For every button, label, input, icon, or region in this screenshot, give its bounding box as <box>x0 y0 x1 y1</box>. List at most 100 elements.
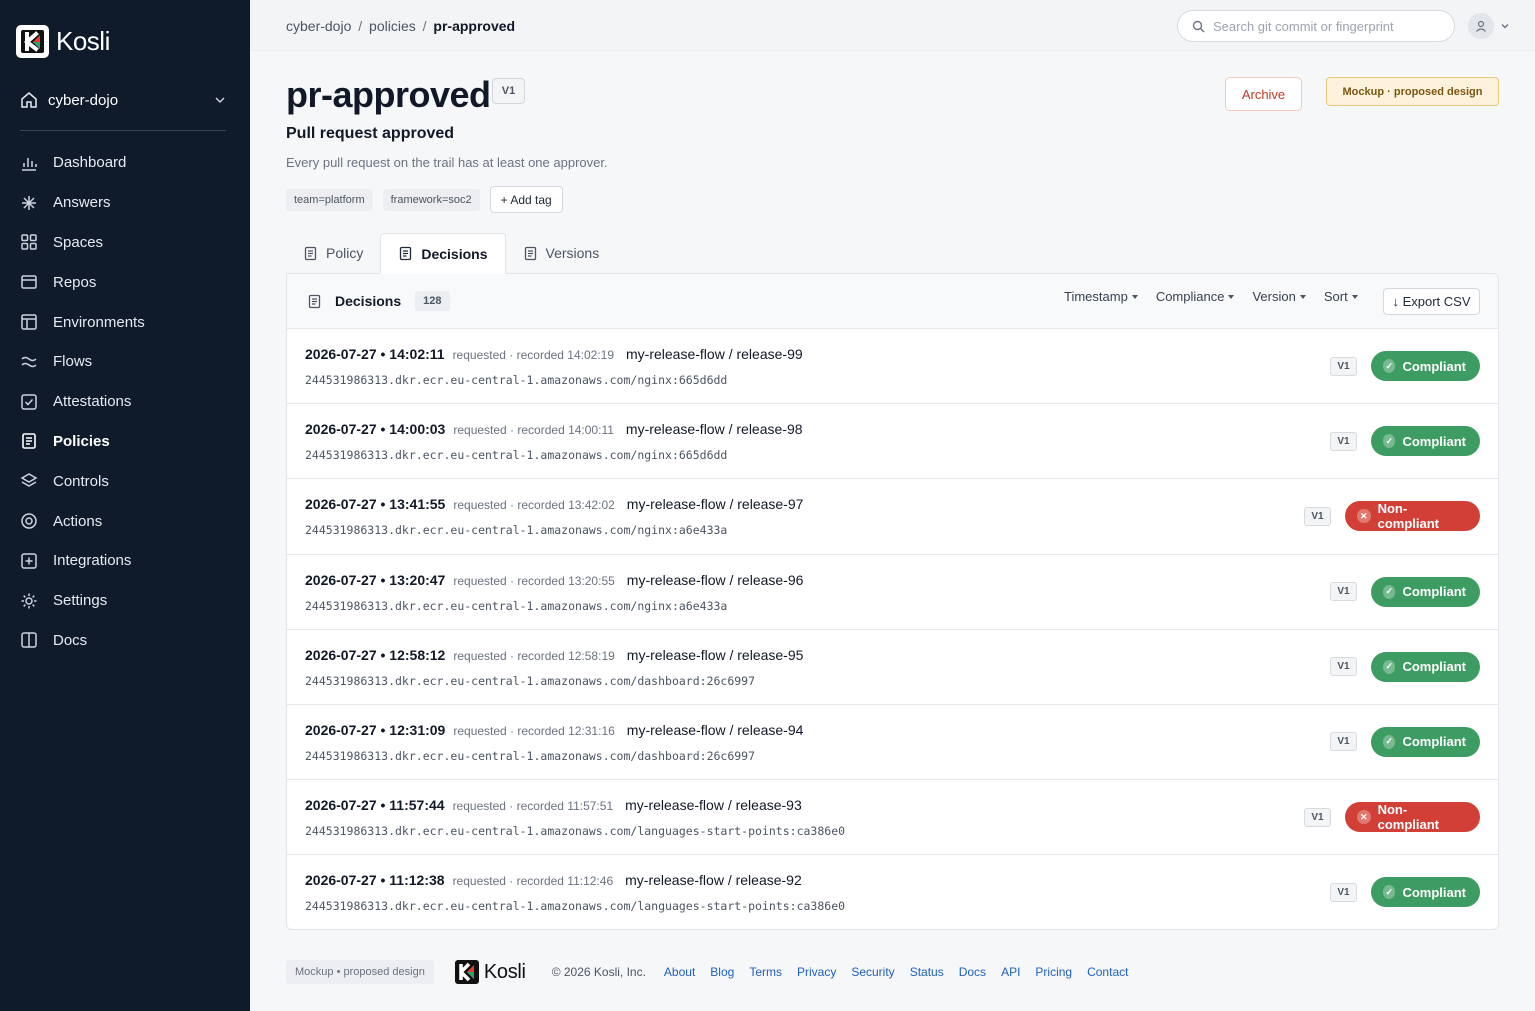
sidebar-item-docs[interactable]: Docs <box>20 621 230 661</box>
search-input[interactable] <box>1213 18 1443 34</box>
tab-decisions[interactable]: Decisions <box>380 233 506 274</box>
footer-link-privacy[interactable]: Privacy <box>797 965 836 979</box>
decision-timestamp: 2026-07-27 • 14:00:03 <box>305 421 446 438</box>
decision-timestamp: 2026-07-27 • 11:57:44 <box>305 797 445 814</box>
decision-timestamp: 2026-07-27 • 13:20:47 <box>305 571 446 588</box>
decision-flow-link[interactable]: my-release-flow / release-93 <box>625 797 802 813</box>
sidebar-item-label: Environments <box>53 313 145 331</box>
sidebar-item-environments[interactable]: Environments <box>20 302 230 342</box>
footer-link-status[interactable]: Status <box>910 965 944 979</box>
decision-row[interactable]: 2026-07-27 • 14:02:11 requested · recorde… <box>287 329 1498 405</box>
status-badge: ✕ Non-compliant <box>1345 501 1480 532</box>
footer-logo[interactable]: Kosli <box>454 960 526 984</box>
footer-link-blog[interactable]: Blog <box>710 965 734 979</box>
sidebar-item-settings[interactable]: Settings <box>20 581 230 621</box>
footer-link-api[interactable]: API <box>1001 965 1020 979</box>
sidebar-item-controls[interactable]: Controls <box>20 461 230 501</box>
decisions-count: 128 <box>415 291 450 311</box>
x-circle-icon: ✕ <box>1357 810 1371 825</box>
breadcrumb-current: pr-approved <box>433 18 516 34</box>
search-box[interactable] <box>1177 10 1455 42</box>
decision-flow-link[interactable]: my-release-flow / release-92 <box>625 872 802 888</box>
decision-flow-link[interactable]: my-release-flow / release-97 <box>627 496 804 512</box>
artifact-name: 244531986313.dkr.ecr.eu-central-1.amazon… <box>305 673 756 688</box>
org-switcher[interactable]: cyber-dojo <box>20 88 226 112</box>
sidebar-item-dashboard[interactable]: Dashboard <box>20 143 230 183</box>
filter-compliance[interactable]: Compliance <box>1156 289 1235 304</box>
export-csv-button[interactable]: ↓ Export CSV <box>1383 288 1480 315</box>
decision-row[interactable]: 2026-07-27 • 13:41:55 requested · recorde… <box>287 479 1498 555</box>
footer-link-security[interactable]: Security <box>851 965 894 979</box>
decision-meta: requested · recorded 12:58:19 <box>453 648 615 663</box>
filter-timestamp[interactable]: Timestamp <box>1064 289 1138 304</box>
artifact-name: 244531986313.dkr.ecr.eu-central-1.amazon… <box>305 448 728 463</box>
sidebar-item-label: Dashboard <box>53 154 127 172</box>
status-label: Compliant <box>1402 433 1466 449</box>
decision-flow-link[interactable]: my-release-flow / release-94 <box>627 722 804 738</box>
tag-chip[interactable]: framework=soc2 <box>382 188 480 211</box>
decision-flow-link[interactable]: my-release-flow / release-98 <box>626 421 803 437</box>
archive-button[interactable]: Archive <box>1225 77 1302 111</box>
breadcrumb-org[interactable]: cyber-dojo <box>286 18 351 34</box>
search-icon <box>1192 20 1205 33</box>
sidebar-item-integrations[interactable]: Integrations <box>20 541 230 581</box>
mockup-badge: Mockup · proposed design <box>1326 77 1499 106</box>
footer-link-terms[interactable]: Terms <box>749 965 782 979</box>
kosli-logo[interactable]: Kosli <box>16 25 110 58</box>
tab-label: Decisions <box>421 245 488 262</box>
status-label: Compliant <box>1402 358 1466 374</box>
home-icon <box>20 91 38 109</box>
copyright: © 2026 Kosli, Inc. <box>551 965 646 979</box>
policy-description: Every pull request on the trail has at l… <box>286 155 608 170</box>
decision-row[interactable]: 2026-07-27 • 14:00:03 requested · recorde… <box>287 404 1498 480</box>
filter-version[interactable]: Version <box>1252 289 1306 304</box>
decision-flow-link[interactable]: my-release-flow / release-95 <box>627 647 804 663</box>
decision-flow-link[interactable]: my-release-flow / release-96 <box>627 572 804 588</box>
sidebar-item-policies[interactable]: Policies <box>20 422 230 462</box>
status-label: Non-compliant <box>1377 802 1439 833</box>
footer-link-about[interactable]: About <box>664 965 695 979</box>
filter-sort[interactable]: Sort <box>1324 289 1358 304</box>
sidebar-item-flows[interactable]: Flows <box>20 342 230 382</box>
add-tag-button[interactable]: + Add tag <box>489 186 563 213</box>
decision-row[interactable]: 2026-07-27 • 12:58:12 requested · recorde… <box>287 630 1498 705</box>
sidebar-item-attestations[interactable]: Attestations <box>20 382 230 422</box>
decision-row[interactable]: 2026-07-27 • 13:20:47 requested · recorde… <box>287 555 1498 630</box>
tag-chip[interactable]: team=platform <box>286 188 373 211</box>
artifact-name: 244531986313.dkr.ecr.eu-central-1.amazon… <box>305 598 728 613</box>
artifact-name: 244531986313.dkr.ecr.eu-central-1.amazon… <box>305 748 756 763</box>
sidebar-item-answers[interactable]: Answers <box>20 183 230 223</box>
tab-bar: Policy Decisions Versions <box>286 233 617 274</box>
check-icon: ✓ <box>1383 734 1396 749</box>
repo-icon <box>20 273 38 291</box>
decision-row[interactable]: 2026-07-27 • 12:31:09 requested · recorde… <box>287 705 1498 781</box>
book-icon <box>20 631 38 649</box>
footer-link-docs[interactable]: Docs <box>959 965 986 979</box>
footer-link-contact[interactable]: Contact <box>1087 965 1128 979</box>
sidebar-item-label: Spaces <box>53 233 104 251</box>
page-title: pr-approved <box>286 74 491 115</box>
status-badge: ✓ Compliant <box>1371 426 1480 457</box>
decision-timestamp: 2026-07-27 • 14:02:11 <box>305 346 445 362</box>
decision-flow-link[interactable]: my-release-flow / release-99 <box>626 346 803 362</box>
footer-link-pricing[interactable]: Pricing <box>1035 965 1072 979</box>
layers-icon <box>20 472 38 490</box>
filter-label: Compliance <box>1155 289 1225 304</box>
decision-timestamp: 2026-07-27 • 12:58:12 <box>305 646 446 663</box>
sidebar-item-repos[interactable]: Repos <box>20 262 230 302</box>
layout-icon <box>20 313 38 331</box>
breadcrumb-policies[interactable]: policies <box>369 18 416 34</box>
decision-row[interactable]: 2026-07-27 • 11:57:44 requested · recorde… <box>287 780 1498 856</box>
version-chip: V1 <box>1330 657 1357 677</box>
topbar: cyber-dojo / policies / pr-approved <box>250 0 1535 51</box>
org-name: cyber-dojo <box>48 91 119 109</box>
decision-meta: requested · recorded 14:02:19 <box>452 348 615 362</box>
user-menu[interactable] <box>1468 13 1510 39</box>
chevron-down-icon <box>1500 21 1510 31</box>
tab-policy[interactable]: Policy <box>286 233 380 273</box>
caret-down-icon <box>1299 294 1306 299</box>
sidebar-item-spaces[interactable]: Spaces <box>20 223 230 263</box>
decision-row[interactable]: 2026-07-27 • 11:12:38 requested · recorde… <box>287 855 1498 929</box>
sidebar-item-actions[interactable]: Actions <box>20 501 230 541</box>
tab-versions[interactable]: Versions <box>506 233 617 273</box>
